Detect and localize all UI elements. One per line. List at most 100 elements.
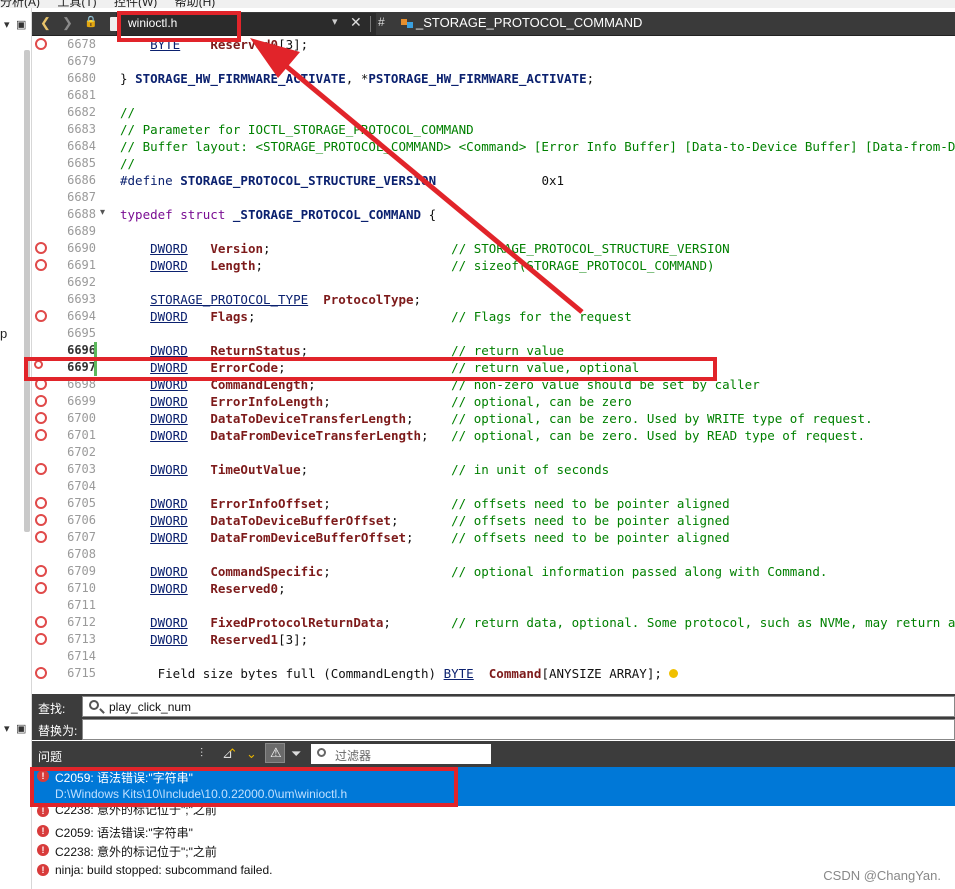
breakpoint-icon[interactable] bbox=[35, 429, 47, 441]
code-line[interactable]: 6715 Field_size_bytes_full_(CommandLengt… bbox=[32, 665, 955, 680]
forward-arrow-icon[interactable]: ❯ bbox=[62, 15, 73, 31]
code-line[interactable]: 6695 bbox=[32, 325, 955, 342]
code-text[interactable]: // Parameter for IOCTL_STORAGE_PROTOCOL_… bbox=[120, 122, 474, 137]
code-text[interactable]: DWORD ErrorInfoOffset; // offsets need t… bbox=[120, 496, 730, 511]
code-line[interactable]: 6694 DWORD Flags; // Flags for the reque… bbox=[32, 308, 955, 325]
code-line[interactable]: 6690 DWORD Version; // STORAGE_PROTOCOL_… bbox=[32, 240, 955, 257]
next-issue-icon[interactable]: ⌄ bbox=[246, 746, 257, 762]
code-text[interactable]: STORAGE_PROTOCOL_TYPE ProtocolType; bbox=[120, 292, 421, 307]
code-text[interactable]: // bbox=[120, 105, 135, 120]
replace-input[interactable] bbox=[82, 719, 955, 740]
prev-issue-icon[interactable]: ⌃ bbox=[227, 746, 238, 762]
problem-item[interactable]: ! C2238: 意外的标记位于";"之前 bbox=[32, 841, 955, 860]
close-tab-icon[interactable]: ✕ bbox=[350, 14, 362, 31]
code-text[interactable]: DWORD CommandSpecific; // optional infor… bbox=[120, 564, 827, 579]
code-text[interactable]: DWORD ErrorCode; // return value, option… bbox=[120, 360, 639, 375]
breakpoint-icon[interactable] bbox=[35, 412, 47, 424]
breakpoint-icon[interactable] bbox=[35, 565, 47, 577]
code-line[interactable]: 6687 bbox=[32, 189, 955, 206]
menu-bar[interactable]: 分析(A) 工具(T) 控件(W) 帮助(H) bbox=[0, 0, 955, 8]
code-editor[interactable]: 6678 BYTE Reserved0[3]; 6679 6680} STORAGE… bbox=[32, 36, 955, 680]
breakpoint-icon[interactable] bbox=[35, 531, 47, 543]
code-text[interactable]: DWORD DataToDeviceTransferLength; // opt… bbox=[120, 411, 872, 426]
breakpoint-icon[interactable] bbox=[35, 463, 47, 475]
float-icon-lower[interactable]: ▣ bbox=[16, 722, 26, 735]
breakpoint-multi-icon[interactable] bbox=[34, 360, 43, 369]
code-line[interactable]: 6680} STORAGE_HW_FIRMWARE_ACTIVATE, *PST… bbox=[32, 70, 955, 87]
problem-item[interactable]: ! C2238: 意外的标记位于";"之前 bbox=[32, 802, 955, 819]
breakpoint-icon[interactable] bbox=[35, 310, 47, 322]
file-tab-name[interactable]: winioctl.h bbox=[128, 16, 177, 30]
breakpoint-icon[interactable] bbox=[35, 616, 47, 628]
lightbulb-icon[interactable] bbox=[669, 669, 679, 678]
problem-item[interactable]: ! C2059: 语法错误:"字符串" D:\Windows Kits\10\I… bbox=[32, 767, 955, 806]
code-text[interactable]: DWORD FixedProtocolReturnData; // return… bbox=[120, 615, 955, 630]
breakpoint-icon[interactable] bbox=[35, 38, 47, 50]
code-line[interactable]: 6712 DWORD FixedProtocolReturnData; // r… bbox=[32, 614, 955, 631]
code-text[interactable]: DWORD TimeOutValue; // in unit of second… bbox=[120, 462, 609, 477]
sort-icon[interactable]: ⫶ bbox=[200, 746, 203, 761]
code-text[interactable]: DWORD DataToDeviceBufferOffset; // offse… bbox=[120, 513, 730, 528]
code-line[interactable]: 6692 bbox=[32, 274, 955, 291]
code-text[interactable]: DWORD Reserved1[3]; bbox=[120, 632, 308, 647]
code-line[interactable]: 6696 DWORD ReturnStatus; // return value bbox=[32, 342, 955, 359]
side-scrollbar[interactable] bbox=[24, 50, 30, 532]
filter-icon[interactable]: ⏷ bbox=[291, 746, 301, 762]
code-line[interactable]: 6708 bbox=[32, 546, 955, 563]
code-text[interactable]: // bbox=[120, 156, 135, 171]
code-text[interactable]: Field_size_bytes_full_(CommandLength) BY… bbox=[120, 666, 679, 680]
symbol-dropdown[interactable]: _STORAGE_PROTOCOL_COMMAND bbox=[416, 15, 642, 30]
code-text[interactable]: DWORD DataFromDeviceBufferOffset; // off… bbox=[120, 530, 730, 545]
code-line[interactable]: 6709 DWORD CommandSpecific; // optional … bbox=[32, 563, 955, 580]
code-line[interactable]: 6700 DWORD DataToDeviceTransferLength; /… bbox=[32, 410, 955, 427]
code-line[interactable]: 6713 DWORD Reserved1[3]; bbox=[32, 631, 955, 648]
code-line[interactable]: 6704 bbox=[32, 478, 955, 495]
float-icon[interactable]: ▣ bbox=[16, 18, 26, 31]
code-line[interactable]: 6689 bbox=[32, 223, 955, 240]
code-line[interactable]: 6699 DWORD ErrorInfoLength; // optional,… bbox=[32, 393, 955, 410]
problems-filter-input[interactable]: 过滤器 bbox=[311, 744, 491, 764]
breakpoint-icon[interactable] bbox=[35, 582, 47, 594]
code-line[interactable]: 6693 STORAGE_PROTOCOL_TYPE ProtocolType; bbox=[32, 291, 955, 308]
code-line[interactable]: 6710 DWORD Reserved0; bbox=[32, 580, 955, 597]
code-line[interactable]: 6682 // bbox=[32, 104, 955, 121]
code-text[interactable]: } STORAGE_HW_FIRMWARE_ACTIVATE, *PSTORAG… bbox=[120, 71, 594, 86]
breakpoint-icon[interactable] bbox=[35, 514, 47, 526]
breakpoint-icon[interactable] bbox=[35, 395, 47, 407]
code-line[interactable]: 6691 DWORD Length; // sizeof(STORAGE_PRO… bbox=[32, 257, 955, 274]
find-value[interactable]: play_click_num bbox=[109, 700, 191, 714]
menu-items[interactable]: 分析(A) 工具(T) 控件(W) 帮助(H) bbox=[0, 0, 215, 8]
breakpoint-icon[interactable] bbox=[35, 259, 47, 271]
breakpoint-icon[interactable] bbox=[35, 378, 47, 390]
breakpoint-icon[interactable] bbox=[35, 667, 47, 679]
code-line[interactable]: 6681 bbox=[32, 87, 955, 104]
pin-icon[interactable]: ▾ bbox=[4, 18, 10, 31]
code-line[interactable]: 6683 // Parameter for IOCTL_STORAGE_PROTO… bbox=[32, 121, 955, 138]
code-line[interactable]: 6714 bbox=[32, 648, 955, 665]
problem-item[interactable]: ! ninja: build stopped: subcommand faile… bbox=[32, 861, 955, 880]
code-text[interactable]: DWORD ErrorInfoLength; // optional, can … bbox=[120, 394, 632, 409]
code-text[interactable]: DWORD Version; // STORAGE_PROTOCOL_STRUC… bbox=[120, 241, 730, 256]
code-line[interactable]: 6698 DWORD CommandLength; // non-zero va… bbox=[32, 376, 955, 393]
code-line[interactable]: 6697 DWORD ErrorCode; // return value, o… bbox=[32, 359, 955, 376]
pin-icon-lower[interactable]: ▾ bbox=[4, 722, 10, 735]
code-text[interactable]: DWORD ReturnStatus; // return value bbox=[120, 343, 564, 358]
breakpoint-icon[interactable] bbox=[35, 633, 47, 645]
code-text[interactable]: DWORD DataFromDeviceTransferLength; // o… bbox=[120, 428, 865, 443]
code-line[interactable]: 6706 DWORD DataToDeviceBufferOffset; // … bbox=[32, 512, 955, 529]
code-line[interactable]: 6707 DWORD DataFromDeviceBufferOffset; /… bbox=[32, 529, 955, 546]
code-text[interactable]: DWORD Flags; // Flags for the request bbox=[120, 309, 632, 324]
code-text[interactable]: DWORD Length; // sizeof(STORAGE_PROTOCOL… bbox=[120, 258, 714, 273]
code-line[interactable]: 6684 // Buffer layout: <STORAGE_PROTOCOL_… bbox=[32, 138, 955, 155]
code-text[interactable]: typedef struct _STORAGE_PROTOCOL_COMMAND… bbox=[120, 207, 436, 222]
code-text[interactable]: DWORD CommandLength; // non-zero value s… bbox=[120, 377, 760, 392]
warning-filter-button[interactable]: ⚠ bbox=[265, 743, 285, 763]
code-text[interactable]: BYTE Reserved0[3]; bbox=[120, 37, 308, 52]
breakpoint-icon[interactable] bbox=[35, 242, 47, 254]
code-line[interactable]: 6685 // bbox=[32, 155, 955, 172]
code-text[interactable]: // Buffer layout: <STORAGE_PROTOCOL_COMM… bbox=[120, 139, 955, 154]
problem-item[interactable]: ! C2059: 语法错误:"字符串" bbox=[32, 822, 955, 841]
code-text[interactable]: #define STORAGE_PROTOCOL_STRUCTURE_VERSI… bbox=[120, 173, 564, 188]
file-tab[interactable]: winioctl.h ▾ bbox=[110, 13, 376, 35]
problem-path[interactable]: D:\Windows Kits\10\Include\10.0.22000.0\… bbox=[55, 787, 347, 801]
